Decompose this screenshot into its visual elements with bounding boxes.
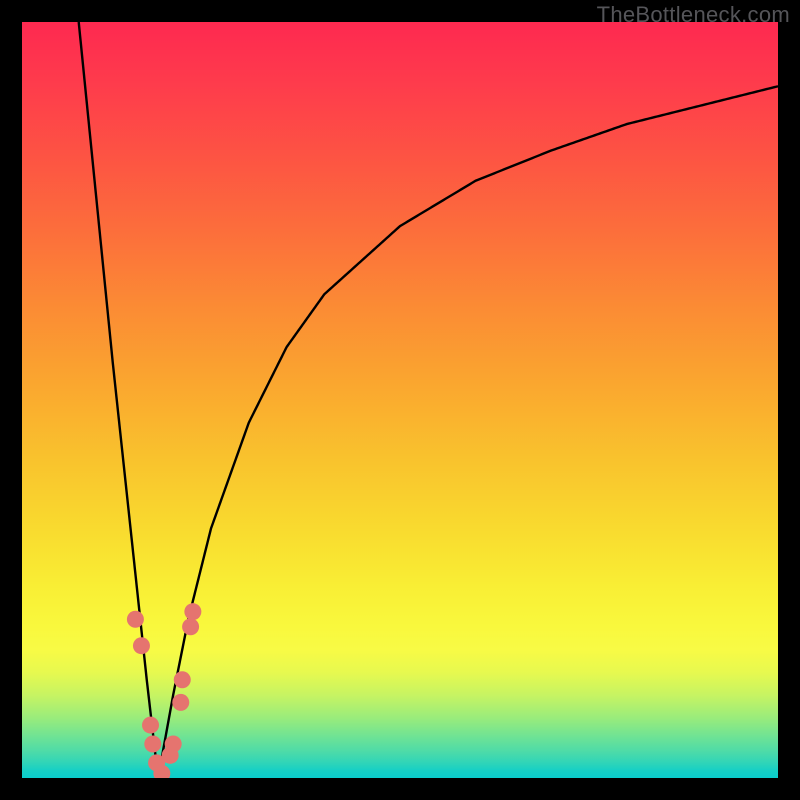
curve-layer: [22, 22, 778, 778]
left-branch-curve: [79, 22, 158, 778]
data-marker: [144, 735, 161, 752]
chart-frame: TheBottleneck.com: [0, 0, 800, 800]
data-marker: [142, 717, 159, 734]
right-branch-curve: [158, 86, 778, 778]
data-marker: [182, 618, 199, 635]
marker-group: [127, 603, 201, 778]
data-marker: [165, 735, 182, 752]
data-marker: [174, 671, 191, 688]
plot-area: [22, 22, 778, 778]
data-marker: [184, 603, 201, 620]
data-marker: [133, 637, 150, 654]
data-marker: [127, 611, 144, 628]
data-marker: [172, 694, 189, 711]
